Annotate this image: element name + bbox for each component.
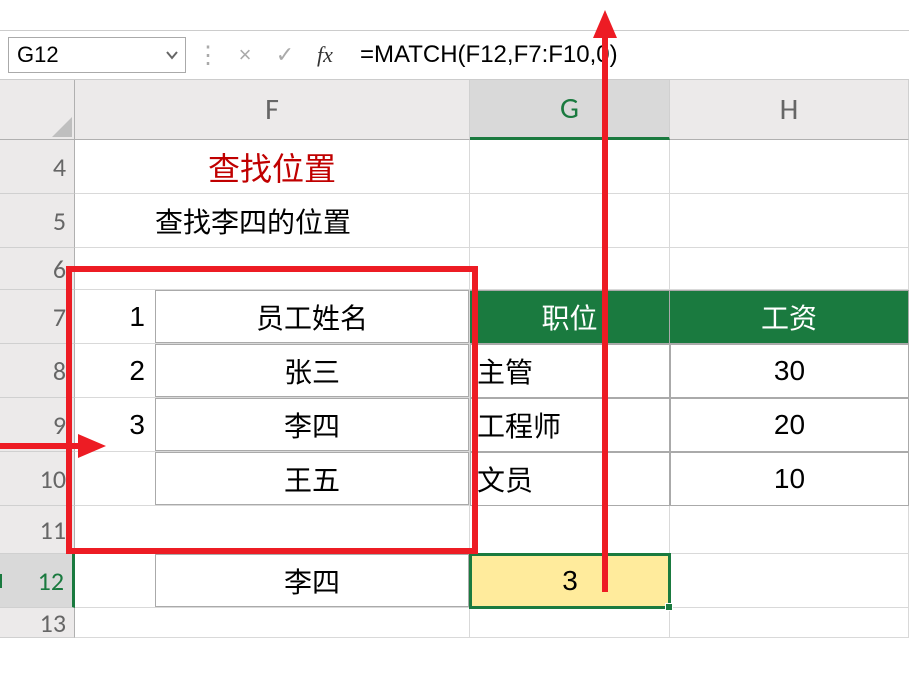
cell-H8[interactable]: 30 <box>670 344 909 398</box>
row-label-empty <box>75 452 155 505</box>
row-8: 8 2 张三 主管 30 <box>0 344 909 398</box>
row-header-10[interactable]: 10 <box>0 452 75 506</box>
cell-G5[interactable] <box>470 194 670 248</box>
row-label-1: 1 <box>75 290 155 343</box>
row-header-4[interactable]: 4 <box>0 140 75 194</box>
spreadsheet-grid: F G H 4 查找位置 5 查找李四的位置 6 7 1 员工姓名 职位 工资 <box>0 80 909 638</box>
column-headers: F G H <box>0 80 909 140</box>
row-6: 6 <box>0 248 909 290</box>
enter-button[interactable]: ✓ <box>270 40 300 70</box>
row-12: 12 李四 3 <box>0 554 909 608</box>
cell-G7[interactable]: 职位 <box>470 290 670 344</box>
cell-H4[interactable] <box>670 140 909 194</box>
cell-H11[interactable] <box>670 506 909 554</box>
row-header-13[interactable]: 13 <box>0 608 75 638</box>
emp-name-0: 张三 <box>155 344 469 397</box>
cell-G8[interactable]: 主管 <box>470 344 670 398</box>
formula-text: =MATCH(F12,F7:F10,0) <box>360 41 618 69</box>
cell-F4[interactable]: 查找位置 <box>75 140 470 194</box>
cell-G6[interactable] <box>470 248 670 290</box>
cell-H12[interactable] <box>670 554 909 608</box>
cell-H10[interactable]: 10 <box>670 452 909 506</box>
cell-F7[interactable]: 1 员工姓名 <box>75 290 470 344</box>
cell-F9[interactable]: 3 李四 <box>75 398 470 452</box>
row-9: 9 3 李四 工程师 20 <box>0 398 909 452</box>
row-header-5[interactable]: 5 <box>0 194 75 248</box>
row-13: 13 <box>0 608 909 638</box>
emp-name-1: 李四 <box>155 398 469 451</box>
col-header-H[interactable]: H <box>670 80 909 140</box>
cancel-button[interactable]: × <box>230 40 260 70</box>
formula-input[interactable]: =MATCH(F12,F7:F10,0) <box>350 37 909 73</box>
row-header-12[interactable]: 12 <box>0 554 75 608</box>
row-header-11[interactable]: 11 <box>0 506 75 554</box>
row-label-2: 2 <box>75 344 155 397</box>
cell-F13[interactable] <box>75 608 470 638</box>
row-10: 10 王五 文员 10 <box>0 452 909 506</box>
cell-F5[interactable]: 查找李四的位置 <box>75 194 470 248</box>
cell-G13[interactable] <box>470 608 670 638</box>
row-header-7[interactable]: 7 <box>0 290 75 344</box>
formula-bar: G12 ⋮ × ✓ fx =MATCH(F12,F7:F10,0) <box>0 30 909 80</box>
cell-G10[interactable]: 文员 <box>470 452 670 506</box>
cell-G12-active[interactable]: 3 <box>470 554 670 608</box>
row-11: 11 <box>0 506 909 554</box>
cell-G11[interactable] <box>470 506 670 554</box>
cell-H13[interactable] <box>670 608 909 638</box>
lookup-name: 李四 <box>155 554 469 607</box>
cell-H9[interactable]: 20 <box>670 398 909 452</box>
cell-G4[interactable] <box>470 140 670 194</box>
cell-F8[interactable]: 2 张三 <box>75 344 470 398</box>
cell-F12[interactable]: 李四 <box>75 554 470 608</box>
row-7: 7 1 员工姓名 职位 工资 <box>0 290 909 344</box>
row-header-9[interactable]: 9 <box>0 398 75 452</box>
cell-F10[interactable]: 王五 <box>75 452 470 506</box>
row-header-6[interactable]: 6 <box>0 248 75 290</box>
name-box[interactable]: G12 <box>8 37 186 73</box>
name-box-value: G12 <box>17 42 59 68</box>
chevron-down-icon[interactable] <box>165 42 179 68</box>
dots-icon: ⋮ <box>196 41 220 70</box>
cell-H6[interactable] <box>670 248 909 290</box>
cell-F6[interactable] <box>75 248 470 290</box>
row-label-blank <box>75 554 155 607</box>
select-all-corner[interactable] <box>0 80 75 140</box>
row-5: 5 查找李四的位置 <box>0 194 909 248</box>
cell-G9[interactable]: 工程师 <box>470 398 670 452</box>
fx-controls: ⋮ × ✓ fx <box>186 31 350 79</box>
fx-button[interactable]: fx <box>310 40 340 70</box>
col-header-G[interactable]: G <box>470 80 670 140</box>
cell-F11[interactable] <box>75 506 470 554</box>
cell-H5[interactable] <box>670 194 909 248</box>
row-header-8[interactable]: 8 <box>0 344 75 398</box>
cell-H7[interactable]: 工资 <box>670 290 909 344</box>
row-label-3: 3 <box>75 398 155 451</box>
row-4: 4 查找位置 <box>0 140 909 194</box>
emp-name-2: 王五 <box>155 452 469 505</box>
fill-handle[interactable] <box>665 603 673 611</box>
lookup-result: 3 <box>562 565 578 597</box>
table-header-name: 员工姓名 <box>155 290 469 343</box>
col-header-F[interactable]: F <box>75 80 470 140</box>
